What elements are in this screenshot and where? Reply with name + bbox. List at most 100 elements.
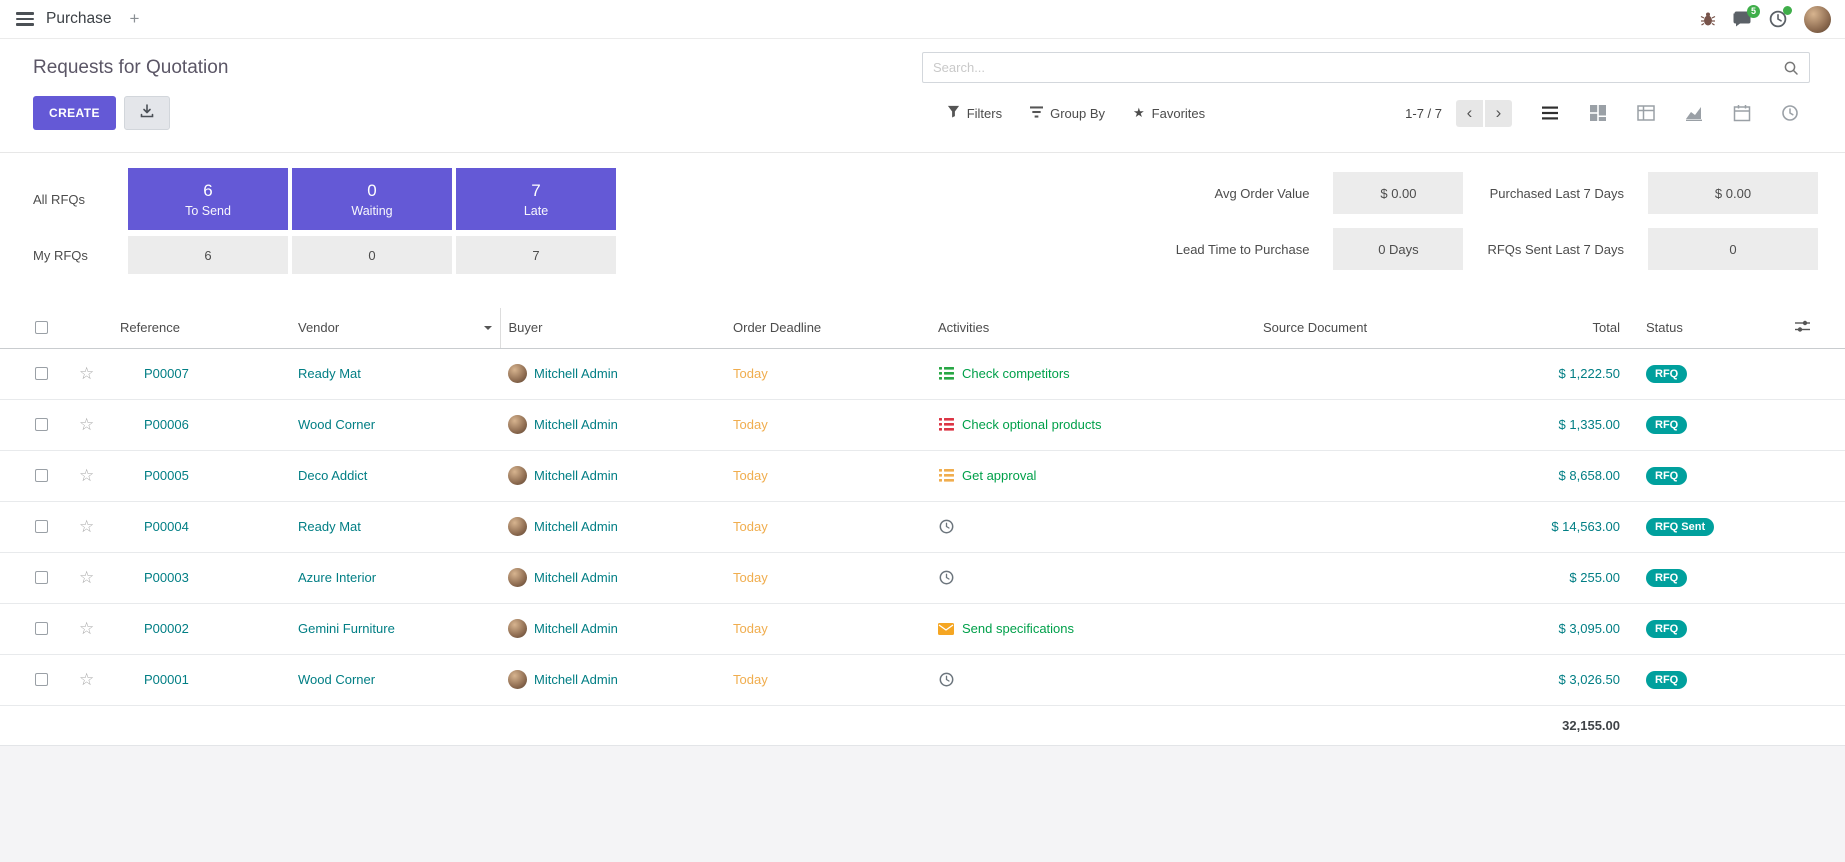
lead-time-value: 0 Days <box>1333 228 1463 270</box>
filters-button[interactable]: Filters <box>947 105 1002 121</box>
view-kanban-button[interactable] <box>1589 104 1607 122</box>
pager-next-button[interactable]: › <box>1485 100 1512 127</box>
clock-activity-icon[interactable] <box>938 519 954 534</box>
rfq-reference-link[interactable]: P00004 <box>144 519 189 534</box>
column-header-source-document[interactable]: Source Document <box>1255 308 1460 348</box>
messages-icon[interactable]: 5 <box>1733 11 1752 28</box>
table-row[interactable]: ☆ P00002 Gemini Furniture Mitchell Admin… <box>0 603 1845 654</box>
table-row[interactable]: ☆ P00005 Deco Addict Mitchell Admin Toda… <box>0 450 1845 501</box>
total-amount: $ 1,222.50 <box>1559 366 1620 381</box>
status-badge: RFQ <box>1646 467 1687 485</box>
buyer-name: Mitchell Admin <box>534 417 618 432</box>
rfq-reference-link[interactable]: P00002 <box>144 621 189 636</box>
pager-previous-button[interactable]: ‹ <box>1456 100 1483 127</box>
rfq-reference-link[interactable]: P00005 <box>144 468 189 483</box>
envelope-activity-icon[interactable] <box>938 623 954 635</box>
list-activity-icon[interactable] <box>938 469 954 482</box>
favorites-star-icon: ★ <box>1133 105 1145 121</box>
favorite-star-icon[interactable]: ☆ <box>79 568 94 587</box>
tile-my-to-send[interactable]: 6 <box>128 236 288 274</box>
user-avatar[interactable] <box>1804 6 1831 33</box>
column-header-buyer[interactable]: Buyer <box>500 308 725 348</box>
source-document-cell <box>1255 501 1460 552</box>
app-name[interactable]: Purchase <box>46 10 111 28</box>
column-header-total[interactable]: Total <box>1460 308 1628 348</box>
buyer-name: Mitchell Admin <box>534 366 618 381</box>
table-row[interactable]: ☆ P00003 Azure Interior Mitchell Admin T… <box>0 552 1845 603</box>
clock-activity-icon[interactable] <box>938 570 954 585</box>
list-activity-icon[interactable] <box>938 418 954 431</box>
order-deadline: Today <box>733 519 768 534</box>
favorite-star-icon[interactable]: ☆ <box>79 619 94 638</box>
column-header-activities[interactable]: Activities <box>930 308 1255 348</box>
tile-my-late[interactable]: 7 <box>456 236 616 274</box>
search-icon[interactable] <box>1783 60 1799 76</box>
tile-waiting[interactable]: 0 Waiting <box>292 168 452 230</box>
row-checkbox[interactable] <box>35 673 48 686</box>
search-box[interactable] <box>922 52 1810 83</box>
pager-value[interactable]: 1-7 / 7 <box>1405 106 1442 121</box>
status-badge: RFQ Sent <box>1646 518 1714 536</box>
favorites-button[interactable]: ★ Favorites <box>1133 105 1205 121</box>
view-graph-button[interactable] <box>1685 104 1703 122</box>
table-footer-row: 32,155.00 <box>0 705 1845 745</box>
table-row[interactable]: ☆ P00001 Wood Corner Mitchell Admin Toda… <box>0 654 1845 705</box>
table-row[interactable]: ☆ P00006 Wood Corner Mitchell Admin Toda… <box>0 399 1845 450</box>
rfq-reference-link[interactable]: P00007 <box>144 366 189 381</box>
activities-clock-icon[interactable] <box>1769 10 1787 28</box>
page-background <box>0 746 1845 862</box>
favorite-star-icon[interactable]: ☆ <box>79 466 94 485</box>
favorite-star-icon[interactable]: ☆ <box>79 415 94 434</box>
debug-bug-icon[interactable] <box>1700 11 1716 27</box>
status-badge: RFQ <box>1646 671 1687 689</box>
favorite-star-icon[interactable]: ☆ <box>79 517 94 536</box>
control-panel: Requests for Quotation CREATE Filters <box>0 39 1845 153</box>
search-input[interactable] <box>923 60 1783 75</box>
create-button[interactable]: CREATE <box>33 96 116 130</box>
favorite-star-icon[interactable]: ☆ <box>79 364 94 383</box>
activity-label[interactable]: Check competitors <box>962 366 1070 381</box>
sliders-icon <box>1795 321 1810 336</box>
buyer-name: Mitchell Admin <box>534 621 618 636</box>
vendor-name: Deco Addict <box>298 468 367 483</box>
group-by-button[interactable]: Group By <box>1030 106 1105 121</box>
column-header-order-deadline[interactable]: Order Deadline <box>725 308 930 348</box>
column-header-vendor[interactable]: Vendor <box>290 308 500 348</box>
tile-to-send[interactable]: 6 To Send <box>128 168 288 230</box>
activity-label[interactable]: Get approval <box>962 468 1036 483</box>
view-list-button[interactable] <box>1541 104 1559 122</box>
row-checkbox[interactable] <box>35 469 48 482</box>
table-row[interactable]: ☆ P00007 Ready Mat Mitchell Admin Today … <box>0 348 1845 399</box>
rfq-reference-link[interactable]: P00006 <box>144 417 189 432</box>
tile-late[interactable]: 7 Late <box>456 168 616 230</box>
row-checkbox[interactable] <box>35 622 48 635</box>
select-all-checkbox[interactable] <box>35 321 48 334</box>
view-pivot-button[interactable] <box>1637 104 1655 122</box>
export-button[interactable] <box>124 96 170 130</box>
rfq-reference-link[interactable]: P00001 <box>144 672 189 687</box>
row-checkbox[interactable] <box>35 571 48 584</box>
tile-my-waiting[interactable]: 0 <box>292 236 452 274</box>
activity-label[interactable]: Send specifications <box>962 621 1074 636</box>
purchased-last-7-days: $ 0.00 <box>1648 172 1818 214</box>
table-row[interactable]: ☆ P00004 Ready Mat Mitchell Admin Today … <box>0 501 1845 552</box>
favorite-star-icon[interactable]: ☆ <box>79 670 94 689</box>
optional-columns-button[interactable] <box>1760 308 1845 348</box>
view-calendar-button[interactable] <box>1733 104 1751 122</box>
list-activity-icon[interactable] <box>938 367 954 380</box>
purchase-dashboard: All RFQs My RFQs 6 To Send 6 0 Waiting 0… <box>0 153 1845 296</box>
rfq-reference-link[interactable]: P00003 <box>144 570 189 585</box>
activity-label[interactable]: Check optional products <box>962 417 1101 432</box>
filter-funnel-icon <box>947 105 960 121</box>
status-badge: RFQ <box>1646 365 1687 383</box>
order-deadline: Today <box>733 621 768 636</box>
plus-icon[interactable]: + <box>129 9 139 29</box>
row-checkbox[interactable] <box>35 418 48 431</box>
column-header-status[interactable]: Status <box>1628 308 1760 348</box>
column-header-reference[interactable]: Reference <box>112 308 290 348</box>
view-activity-button[interactable] <box>1781 104 1799 122</box>
row-checkbox[interactable] <box>35 367 48 380</box>
row-checkbox[interactable] <box>35 520 48 533</box>
apps-menu-icon[interactable] <box>16 9 34 28</box>
clock-activity-icon[interactable] <box>938 672 954 687</box>
